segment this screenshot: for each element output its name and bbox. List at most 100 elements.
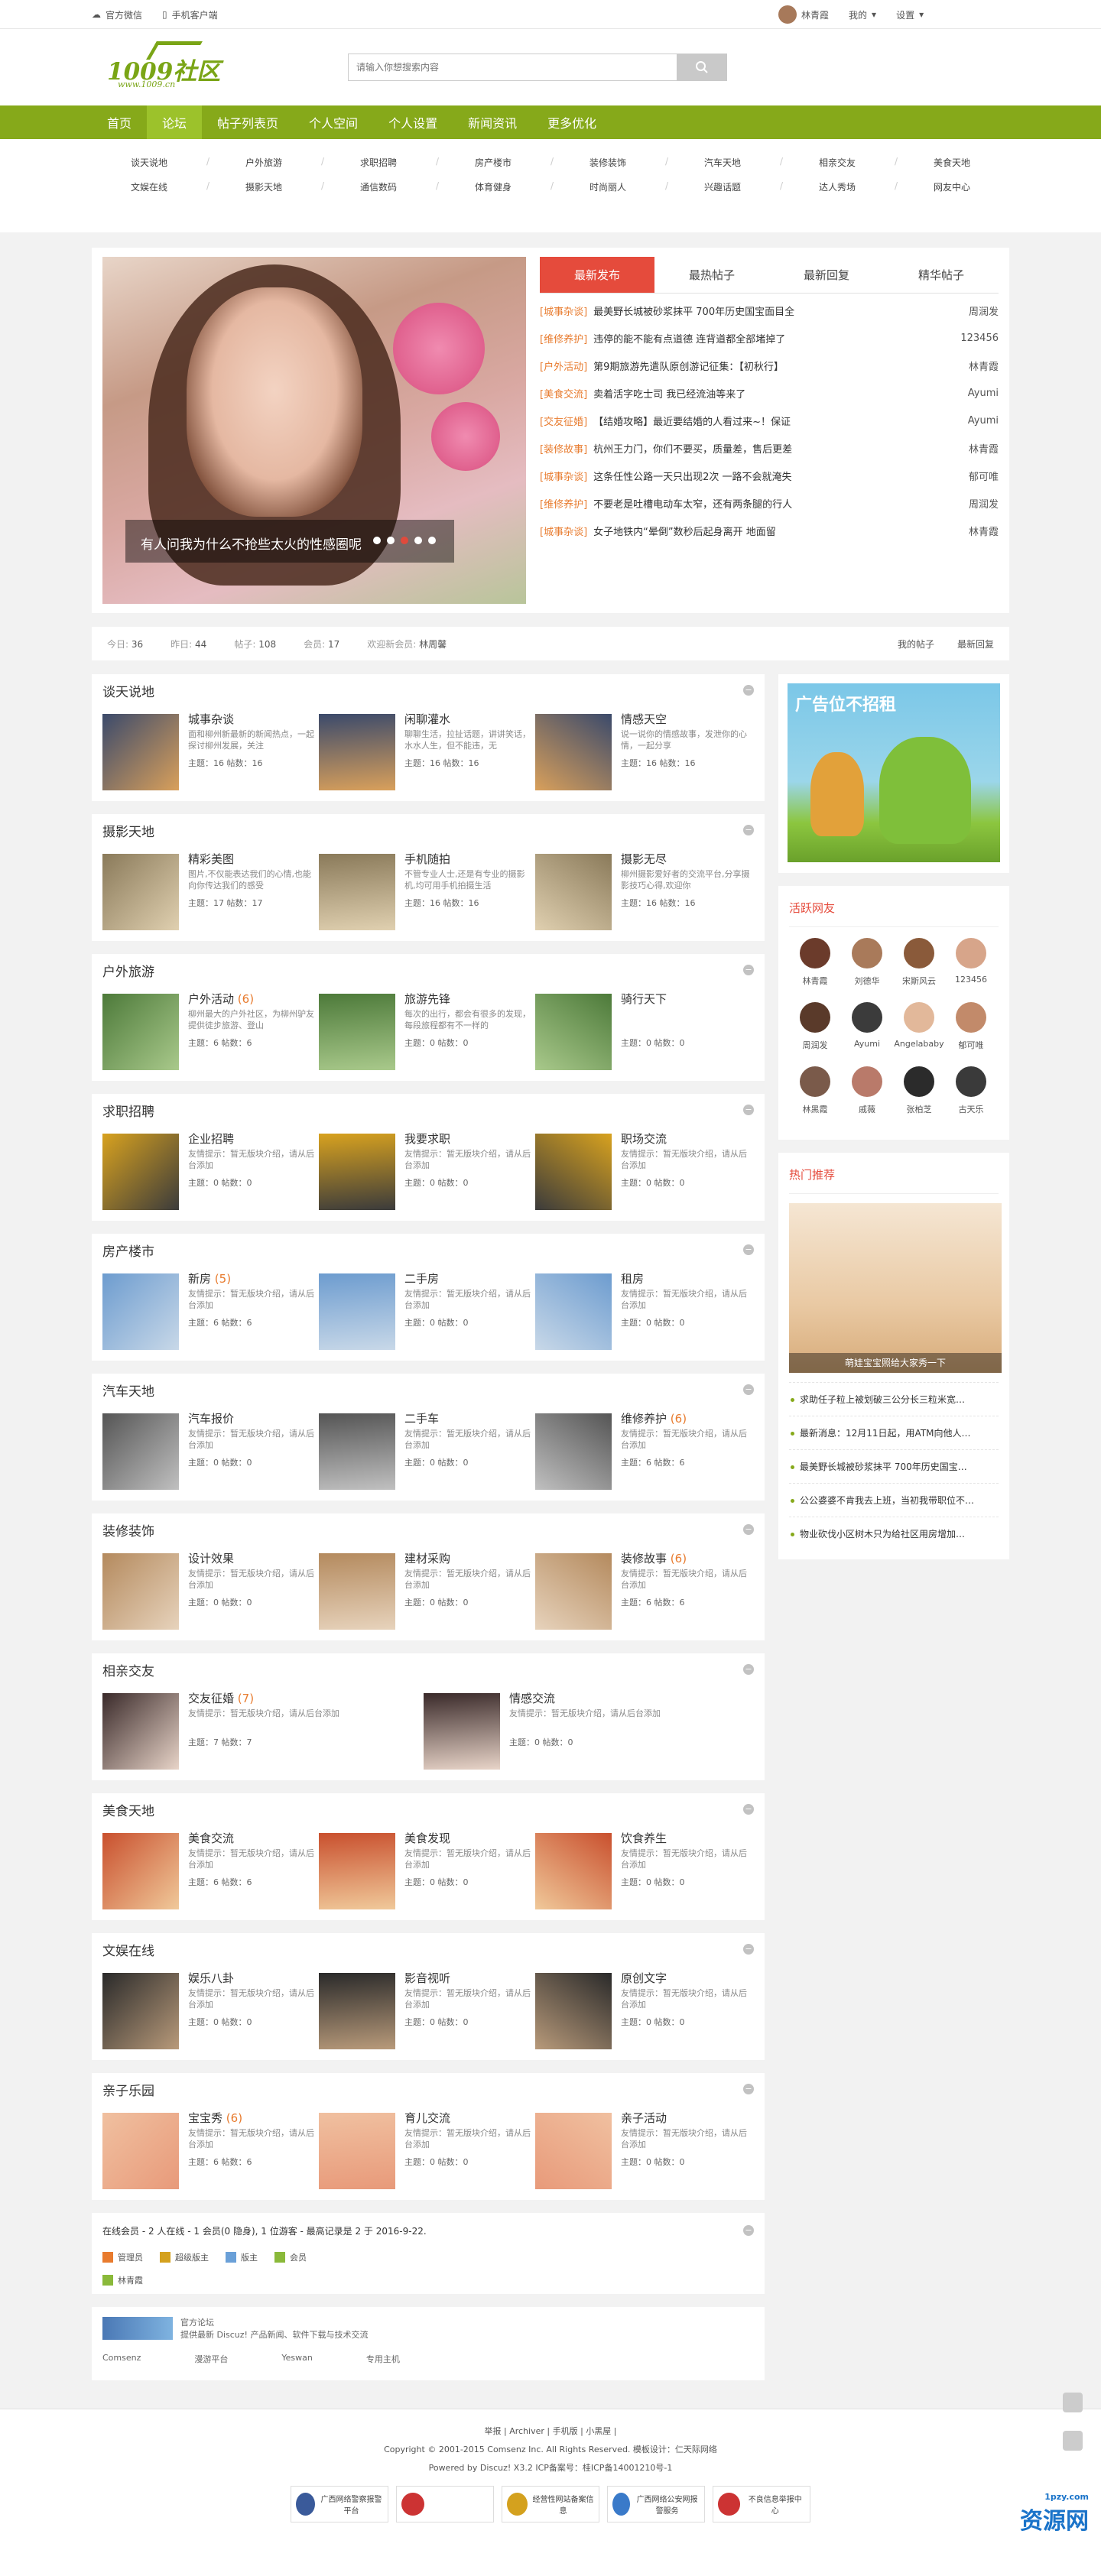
subnav-item[interactable]: 装修装饰 — [550, 156, 665, 169]
forum-item[interactable]: 美食交流 友情提示：暂无版块介绍，请从后台添加主题：6 帖数：6 — [102, 1833, 319, 1909]
forum-thumbnail[interactable] — [424, 1693, 500, 1770]
forum-name[interactable]: 企业招聘 — [188, 1134, 319, 1145]
forum-name[interactable]: 新房 (5) — [188, 1273, 319, 1285]
hot-post-author[interactable]: 林青霞 — [969, 358, 999, 373]
forum-thumbnail[interactable] — [319, 854, 395, 930]
forum-name[interactable]: 城事杂谈 — [188, 714, 319, 725]
hot-post-link[interactable]: 不要老是吐槽电动车太窄，还有两条腿的行人 — [593, 496, 792, 511]
forum-item[interactable]: 宝宝秀 (6)友情提示：暂无版块介绍，请从后台添加主题：6 帖数：6 — [102, 2113, 319, 2189]
forum-name[interactable]: 建材采购 — [404, 1553, 535, 1565]
hot-post-row[interactable]: [维修养护]违停的能不能有点道德 连背道都全部堵掉了123456 — [540, 324, 999, 352]
discuz-logo[interactable] — [102, 2317, 173, 2340]
forum-name[interactable]: 我要求职 — [404, 1134, 535, 1145]
footer-links[interactable]: 举报 | Archiver | 手机版 | 小黑屋 | — [0, 2425, 1101, 2437]
settings-menu[interactable]: 设置▾ — [896, 8, 924, 21]
forum-thumbnail[interactable] — [102, 1134, 179, 1210]
latest-replies-link[interactable]: 最新回复 — [957, 638, 994, 650]
friend-link[interactable]: 专用主机 — [366, 2353, 400, 2365]
subnav-item[interactable]: 户外旅游 — [206, 156, 321, 169]
subnav-item[interactable]: 谈天说地 — [92, 156, 206, 169]
forum-thumbnail[interactable] — [535, 1413, 612, 1490]
nav-item[interactable]: 首页 — [92, 105, 147, 139]
section-title[interactable]: 装修装饰 — [102, 1520, 154, 1539]
slide-dot-active[interactable] — [401, 537, 408, 544]
active-user[interactable]: 刘德华 — [841, 938, 893, 987]
section-title[interactable]: 摄影天地 — [102, 821, 154, 840]
forum-item[interactable]: 亲子活动 友情提示：暂无版块介绍，请从后台添加主题：0 帖数：0 — [535, 2113, 752, 2189]
active-user[interactable]: 郁可唯 — [945, 1002, 997, 1051]
subnav-item[interactable]: 文娱在线 — [92, 180, 206, 193]
forum-item[interactable]: 原创文字 友情提示：暂无版块介绍，请从后台添加主题：0 帖数：0 — [535, 1973, 752, 2049]
hot-post-author[interactable]: 郁可唯 — [969, 469, 999, 483]
forum-thumbnail[interactable] — [319, 714, 395, 790]
hot-post-row[interactable]: [交友征婚]【结婚攻略】最近要结婚的人看过来~！保证Ayumi — [540, 407, 999, 434]
tab-3[interactable]: 精华帖子 — [884, 257, 999, 293]
forum-item[interactable]: 职场交流 友情提示：暂无版块介绍，请从后台添加主题：0 帖数：0 — [535, 1134, 752, 1210]
footer-badge[interactable] — [396, 2486, 494, 2522]
forum-name[interactable]: 摄影无尽 — [621, 854, 752, 865]
forum-item[interactable]: 娱乐八卦 友情提示：暂无版块介绍，请从后台添加主题：0 帖数：0 — [102, 1973, 319, 2049]
subnav-item[interactable]: 求职招聘 — [321, 156, 436, 169]
recommend-image[interactable]: 萌娃宝宝照给大家秀一下 — [789, 1203, 1002, 1373]
hot-post-author[interactable]: 林青霞 — [969, 524, 999, 538]
footer-badge[interactable]: 广西网络公安网报警服务 — [607, 2486, 705, 2522]
section-title[interactable]: 亲子乐园 — [102, 2080, 154, 2099]
active-user[interactable]: 古天乐 — [945, 1066, 997, 1115]
forum-item[interactable]: 户外活动 (6)柳州最大的户外社区，为柳州驴友提供徒步旅游、登山主题：6 帖数：… — [102, 994, 319, 1070]
forum-name[interactable]: 职场交流 — [621, 1134, 752, 1145]
my-menu[interactable]: 我的▾ — [849, 8, 876, 21]
forum-item[interactable]: 交友征婚 (7)友情提示：暂无版块介绍，请从后台添加主题：7 帖数：7 — [102, 1693, 424, 1770]
collapse-icon[interactable]: − — [743, 1804, 754, 1815]
forum-thumbnail[interactable] — [319, 1553, 395, 1630]
hot-post-link[interactable]: 第9期旅游先遣队原创游记征集：【初秋行】 — [593, 358, 784, 373]
mobile-icon[interactable] — [1063, 2431, 1083, 2451]
slide-dot[interactable] — [414, 537, 422, 544]
hot-post-category[interactable]: [交友征婚] — [540, 414, 587, 428]
hot-post-row[interactable]: [美食交流]卖着活字吃士司 我已经流油等来了Ayumi — [540, 379, 999, 407]
forum-thumbnail[interactable] — [535, 1273, 612, 1350]
section-title[interactable]: 求职招聘 — [102, 1101, 154, 1120]
forum-item[interactable]: 设计效果 友情提示：暂无版块介绍，请从后台添加主题：0 帖数：0 — [102, 1553, 319, 1630]
recommend-item[interactable]: 物业砍伐小区树木只为给社区用房增加… — [789, 1517, 999, 1550]
hot-post-category[interactable]: [维修养护] — [540, 331, 587, 346]
nav-item[interactable]: 个人设置 — [373, 105, 453, 139]
my-posts-link[interactable]: 我的帖子 — [898, 638, 934, 650]
forum-item[interactable]: 手机随拍 不管专业人士,还是有专业的摄影机,均可用手机拍摄生活主题：16 帖数：… — [319, 854, 535, 930]
forum-thumbnail[interactable] — [535, 994, 612, 1070]
forum-name[interactable]: 装修故事 (6) — [621, 1553, 752, 1565]
slideshow[interactable]: 有人问我为什么不抢些太火的性感圈呢 — [102, 257, 526, 604]
section-title[interactable]: 相亲交友 — [102, 1660, 154, 1679]
nav-item[interactable]: 更多优化 — [532, 105, 612, 139]
subnav-item[interactable]: 相亲交友 — [780, 156, 895, 169]
forum-item[interactable]: 育儿交流 友情提示：暂无版块介绍，请从后台添加主题：0 帖数：0 — [319, 2113, 535, 2189]
recommend-item[interactable]: 求助任子粒上被划破三公分长三粒米宽… — [789, 1382, 999, 1416]
forum-item[interactable]: 汽车报价 友情提示：暂无版块介绍，请从后台添加主题：0 帖数：0 — [102, 1413, 319, 1490]
forum-name[interactable]: 二手车 — [404, 1413, 535, 1425]
chat-icon[interactable] — [1063, 2393, 1083, 2412]
collapse-icon[interactable]: − — [743, 1524, 754, 1535]
recommend-item[interactable]: 最美野长城被砂浆抹平 700年历史国宝… — [789, 1449, 999, 1483]
hot-post-author[interactable]: Ayumi — [968, 415, 999, 427]
collapse-icon[interactable]: − — [743, 1944, 754, 1955]
nav-item[interactable]: 论坛 — [147, 105, 202, 139]
slide-dot[interactable] — [373, 537, 381, 544]
forum-thumbnail[interactable] — [319, 2113, 395, 2189]
forum-name[interactable]: 手机随拍 — [404, 854, 535, 865]
footer-badge[interactable]: 不良信息举报中心 — [713, 2486, 810, 2522]
hot-post-category[interactable]: [城事杂谈] — [540, 524, 587, 538]
forum-thumbnail[interactable] — [535, 1973, 612, 2049]
forum-thumbnail[interactable] — [319, 1134, 395, 1210]
forum-name[interactable]: 二手房 — [404, 1273, 535, 1285]
hot-post-category[interactable]: [美食交流] — [540, 386, 587, 401]
search-input[interactable] — [348, 54, 677, 81]
hot-post-link[interactable]: 卖着活字吃士司 我已经流油等来了 — [593, 386, 745, 401]
subnav-item[interactable]: 摄影天地 — [206, 180, 321, 193]
section-title[interactable]: 房产楼市 — [102, 1241, 154, 1260]
nav-item[interactable]: 新闻资讯 — [453, 105, 532, 139]
forum-thumbnail[interactable] — [535, 1553, 612, 1630]
hot-post-link[interactable]: 违停的能不能有点道德 连背道都全部堵掉了 — [593, 331, 785, 346]
hot-post-category[interactable]: [维修养护] — [540, 496, 587, 511]
search-button[interactable] — [677, 54, 727, 81]
hot-post-link[interactable]: 女子地铁内“晕倒”数秒后起身离开 地面留 — [593, 524, 776, 538]
nav-item[interactable]: 帖子列表页 — [202, 105, 294, 139]
